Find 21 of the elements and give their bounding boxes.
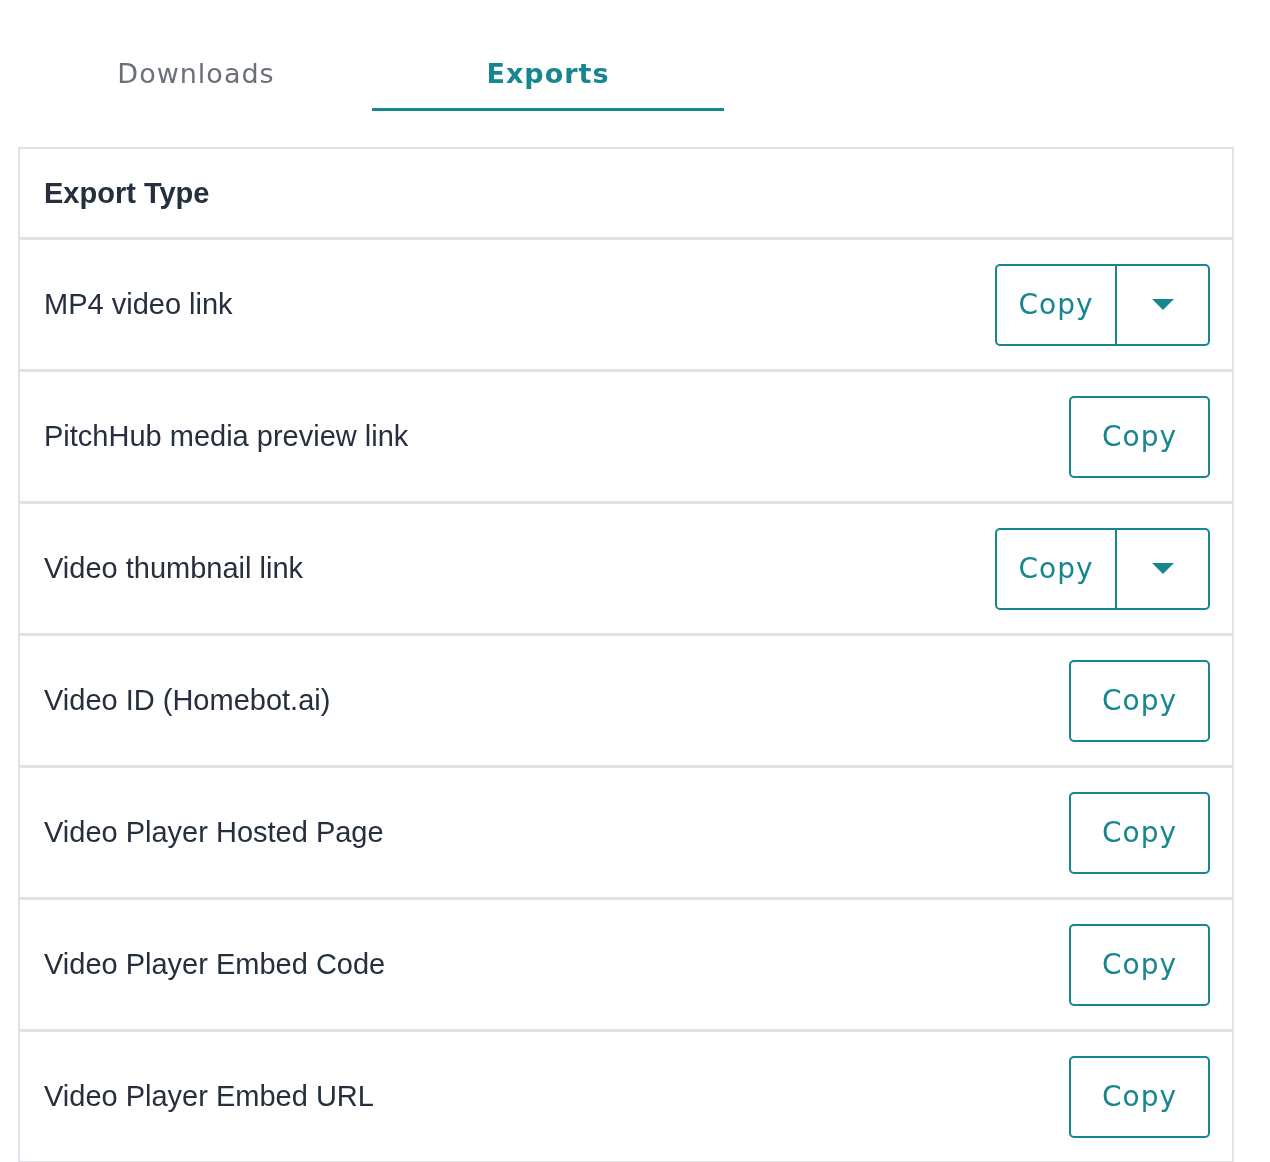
copy-button[interactable]: Copy	[1069, 659, 1210, 742]
copy-button[interactable]: Copy	[1069, 791, 1210, 874]
copy-button[interactable]: Copy	[995, 263, 1117, 346]
export-type-label: Video Player Embed Code	[44, 948, 386, 981]
export-type-label: Video ID (Homebot.ai)	[44, 684, 331, 717]
copy-button[interactable]: Copy	[1069, 1055, 1210, 1138]
caret-icon	[1151, 299, 1174, 310]
column-header: Export Type	[44, 176, 210, 210]
caret-icon	[1151, 563, 1174, 574]
dropdown-button[interactable]	[1117, 527, 1210, 610]
export-type-label: PitchHub media preview link	[44, 420, 409, 453]
copy-button[interactable]: Copy	[1069, 923, 1210, 1006]
export-type-label: Video Player Hosted Page	[44, 816, 384, 849]
export-type-label: Video Player Embed URL	[44, 1080, 374, 1113]
export-type-label: MP4 video link	[44, 288, 233, 321]
copy-button[interactable]: Copy	[1069, 395, 1210, 478]
tab[interactable]: Exports	[372, 50, 724, 111]
tab[interactable]: Downloads	[20, 50, 372, 111]
copy-button[interactable]: Copy	[995, 527, 1117, 610]
dropdown-button[interactable]	[1117, 263, 1210, 346]
export-type-label: Video thumbnail link	[44, 552, 304, 585]
